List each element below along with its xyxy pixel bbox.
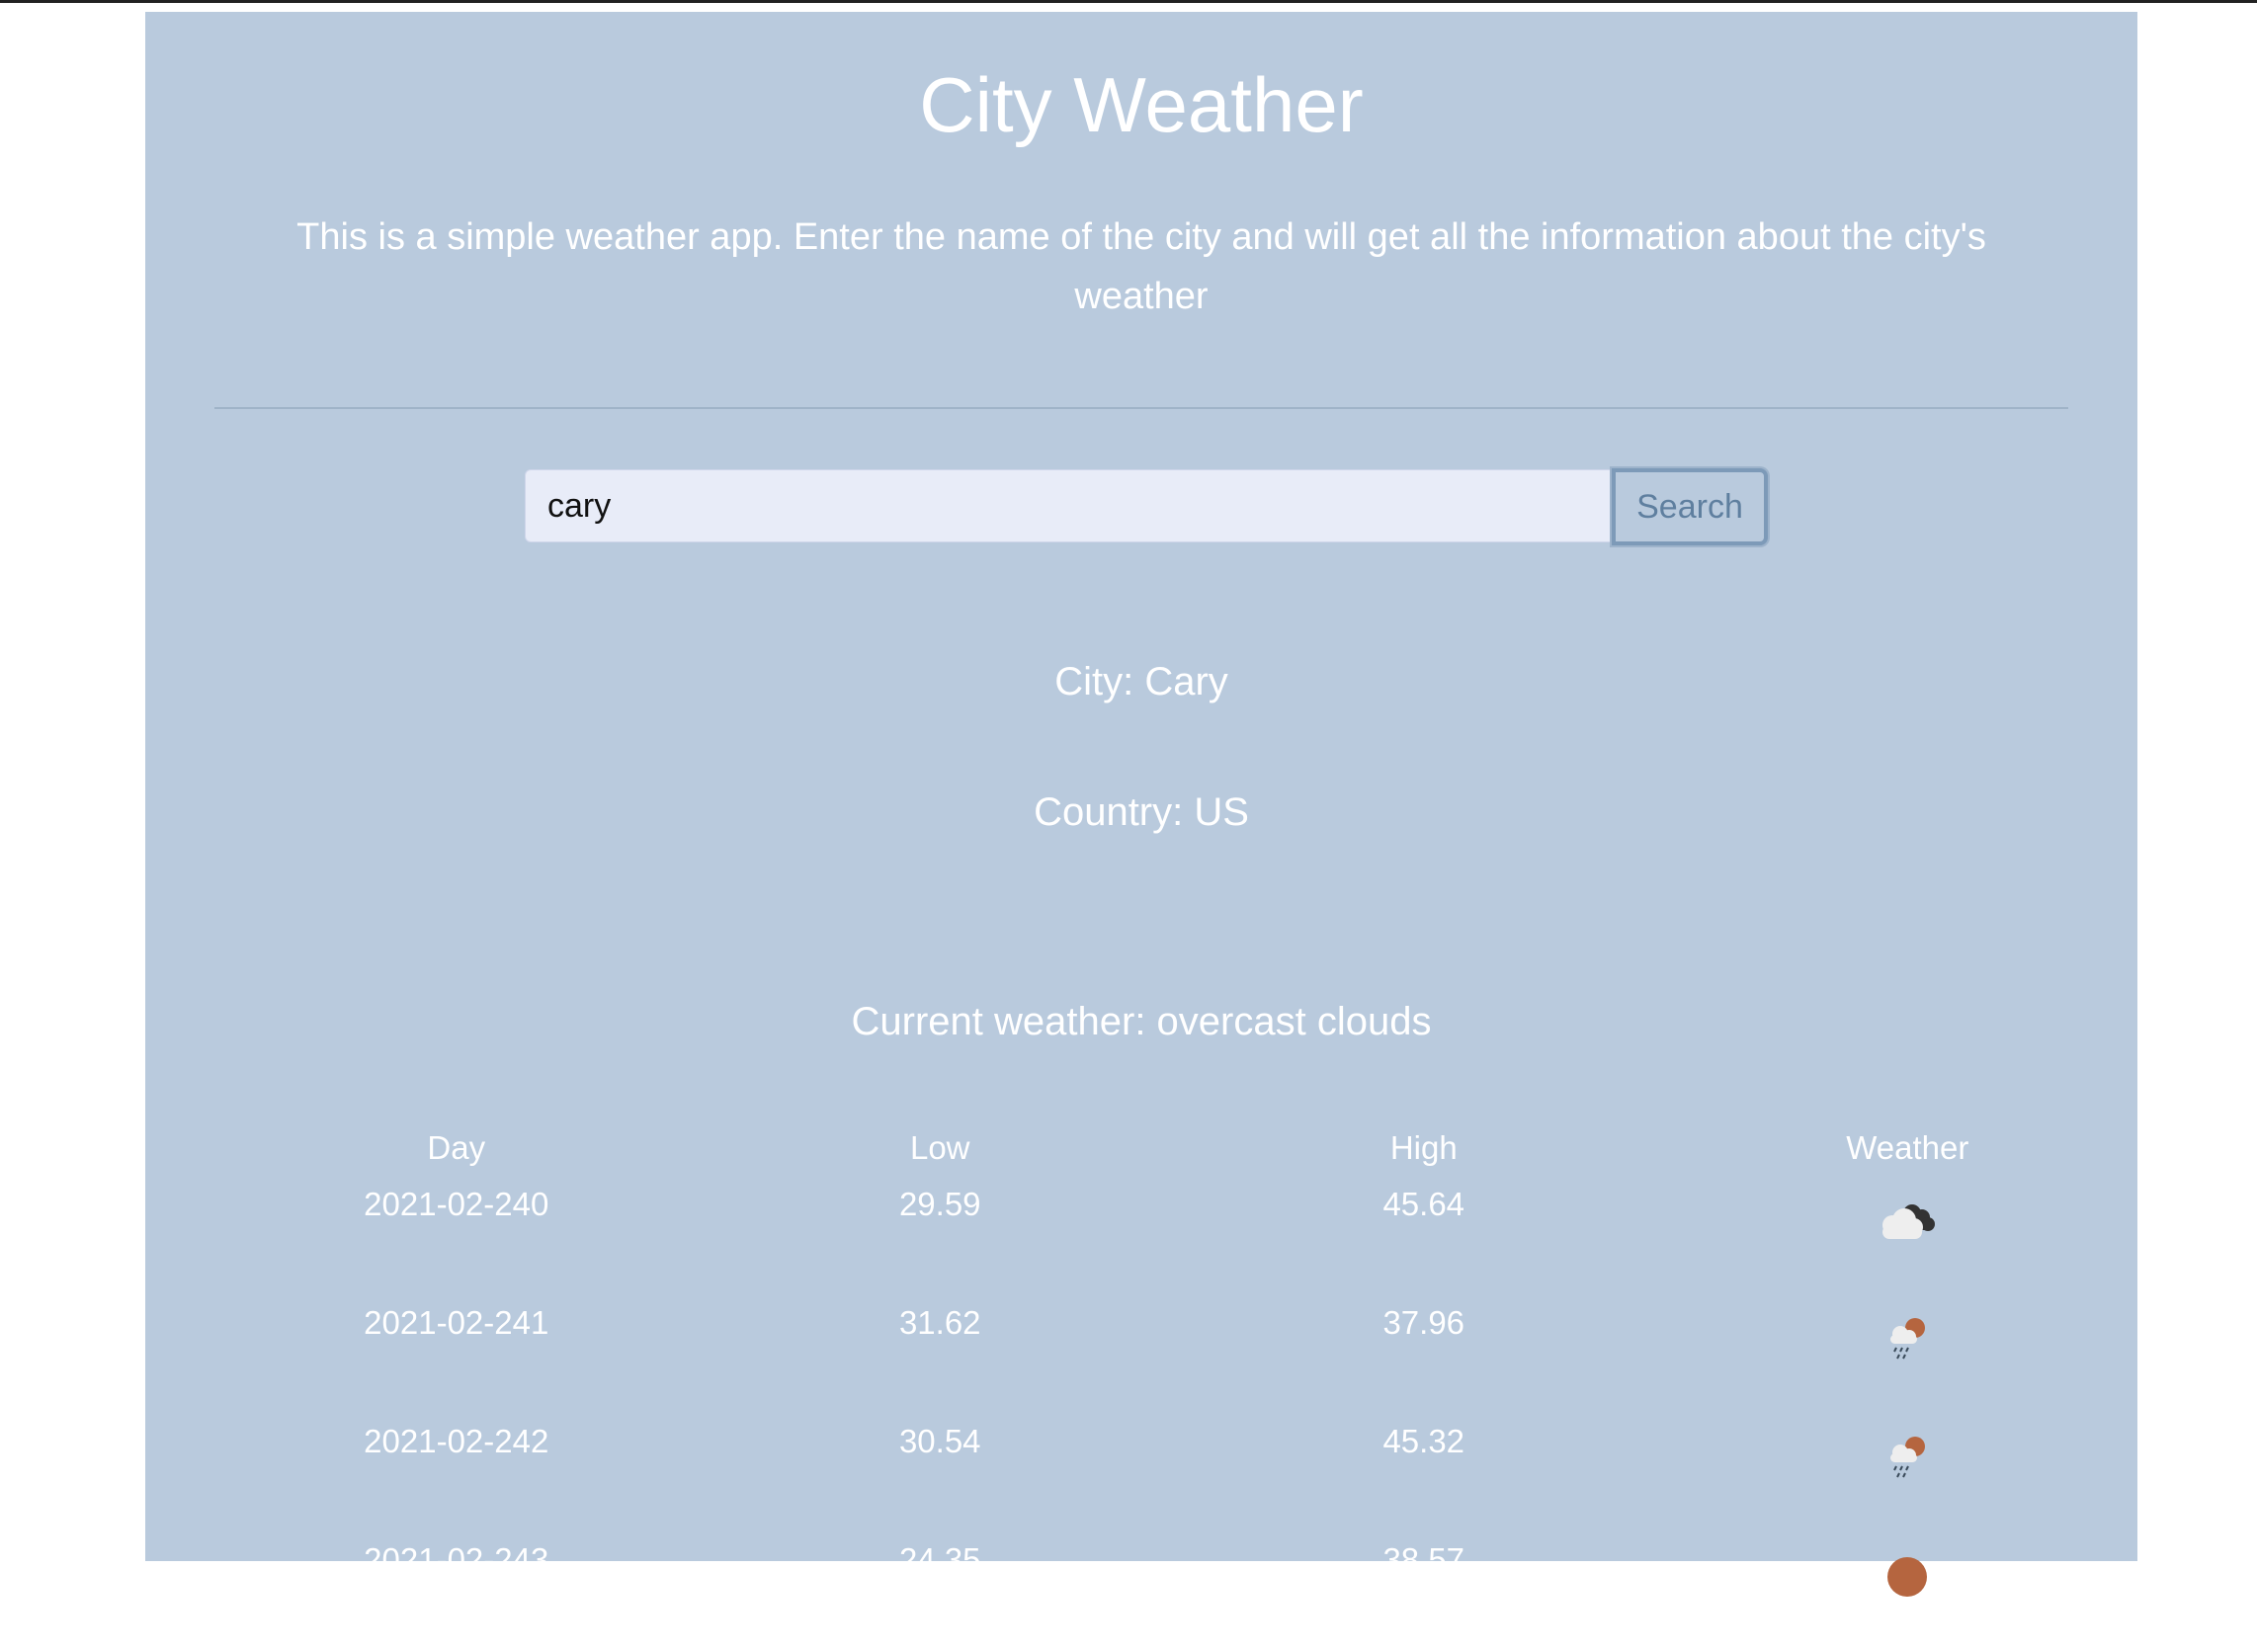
city-label: City: Cary xyxy=(1054,660,1228,703)
forecast-table: Day Low High Weather 2021-02-240 29.59 4… xyxy=(214,1118,2149,1652)
table-row: 2021-02-240 29.59 45.64 xyxy=(214,1178,2149,1296)
table-row: 2021-02-243 24.35 38.57 xyxy=(214,1533,2149,1652)
day-cell: 2021-02-240 xyxy=(364,1186,549,1222)
page-description: This is a simple weather app. Enter the … xyxy=(296,216,1986,317)
country-label: Country: US xyxy=(1034,790,1249,834)
low-cell: 31.62 xyxy=(898,1304,981,1341)
low-cell: 30.54 xyxy=(898,1423,981,1459)
high-cell: 37.96 xyxy=(1382,1304,1465,1341)
main-panel: City Weather This is a simple weather ap… xyxy=(145,12,2137,1597)
weather-cell xyxy=(1666,1296,2150,1415)
header-low: Low xyxy=(909,1129,970,1166)
high-cell: 45.32 xyxy=(1382,1423,1465,1459)
header-weather: Weather xyxy=(1846,1129,1969,1166)
day-cell: 2021-02-243 xyxy=(364,1541,549,1578)
day-cell: 2021-02-241 xyxy=(364,1304,549,1341)
table-row: 2021-02-242 30.54 45.32 xyxy=(214,1415,2149,1533)
day-cell: 2021-02-242 xyxy=(364,1423,549,1459)
rain-sun-icon xyxy=(1890,1318,1926,1360)
search-button[interactable]: Search xyxy=(1612,468,1768,545)
forecast-header-row: Day Low High Weather xyxy=(214,1118,2149,1178)
weather-cell xyxy=(1666,1415,2150,1533)
low-cell: 24.35 xyxy=(898,1541,981,1578)
broken-clouds-icon xyxy=(1882,1204,1936,1239)
current-weather-label: Current weather: overcast clouds xyxy=(851,1000,1432,1043)
high-cell: 38.57 xyxy=(1382,1541,1465,1578)
search-form: Search xyxy=(525,468,1908,545)
weather-cell xyxy=(1666,1533,2150,1652)
header-high: High xyxy=(1389,1129,1458,1166)
city-search-input[interactable] xyxy=(525,469,1612,542)
top-border xyxy=(0,0,2257,3)
low-cell: 29.59 xyxy=(898,1186,981,1222)
table-row: 2021-02-241 31.62 37.96 xyxy=(214,1296,2149,1415)
header-day: Day xyxy=(427,1129,486,1166)
divider xyxy=(214,407,2068,409)
high-cell: 45.64 xyxy=(1382,1186,1465,1222)
weather-cell xyxy=(1666,1178,2150,1296)
sun-icon xyxy=(1887,1557,1928,1597)
page-title: City Weather xyxy=(919,61,1364,148)
rain-sun-icon xyxy=(1890,1437,1926,1478)
